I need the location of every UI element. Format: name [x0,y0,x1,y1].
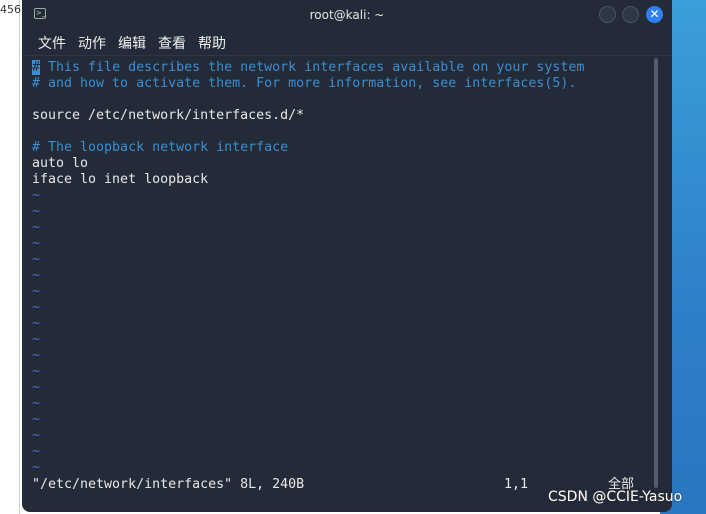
empty-line-marker: ~ [32,220,41,235]
cursor: # [32,60,41,75]
empty-line-marker: ~ [32,316,41,331]
file-info: "/etc/network/interfaces" 8L, 240B [32,477,305,492]
empty-line-marker: ~ [32,460,41,475]
background-text: 456 [0,3,21,16]
empty-line-marker: ~ [32,348,41,363]
menu-action[interactable]: 动作 [78,33,106,53]
menu-edit[interactable]: 编辑 [118,33,146,53]
empty-line-marker: ~ [32,252,41,267]
empty-line-marker: ~ [32,444,41,459]
maximize-button[interactable] [622,6,639,23]
menu-help[interactable]: 帮助 [198,33,226,53]
empty-line-marker: ~ [32,300,41,315]
empty-line-marker: ~ [32,428,41,443]
editor-line: # This file describes the network interf… [32,60,585,75]
empty-line-marker: ~ [32,380,41,395]
empty-line-marker: ~ [32,236,41,251]
close-button[interactable]: ✕ [646,6,663,23]
cursor-position: 1,1 [504,477,529,492]
editor-line: auto lo [32,156,89,171]
minimize-button[interactable] [599,6,616,23]
editor-line: # and how to activate them. For more inf… [32,76,577,91]
terminal-window: >_ root@kali: ~ ✕ 文件 动作 编辑 查看 帮助 # This … [22,0,672,512]
window-title: root@kali: ~ [309,8,385,22]
empty-line-marker: ~ [32,188,41,203]
editor-line: source /etc/network/interfaces.d/* [32,108,305,123]
vim-editor[interactable]: # This file describes the network interf… [32,60,584,476]
empty-line-marker: ~ [32,332,41,347]
background-window: 456 [0,0,21,514]
menu-bar: 文件 动作 编辑 查看 帮助 [22,30,672,56]
menu-view[interactable]: 查看 [158,33,186,53]
title-bar[interactable]: >_ root@kali: ~ ✕ [22,0,672,30]
menu-file[interactable]: 文件 [38,33,66,53]
empty-line-marker: ~ [32,396,41,411]
watermark: CSDN @CCIE-Yasuo [548,489,683,505]
editor-line: # The loopback network interface [32,140,289,155]
empty-line-marker: ~ [32,284,41,299]
empty-line-marker: ~ [32,364,41,379]
empty-line-marker: ~ [32,204,41,219]
scrollbar[interactable] [654,58,658,488]
empty-line-marker: ~ [32,268,41,283]
editor-line: iface lo inet loopback [32,172,209,187]
empty-line-marker: ~ [32,412,41,427]
